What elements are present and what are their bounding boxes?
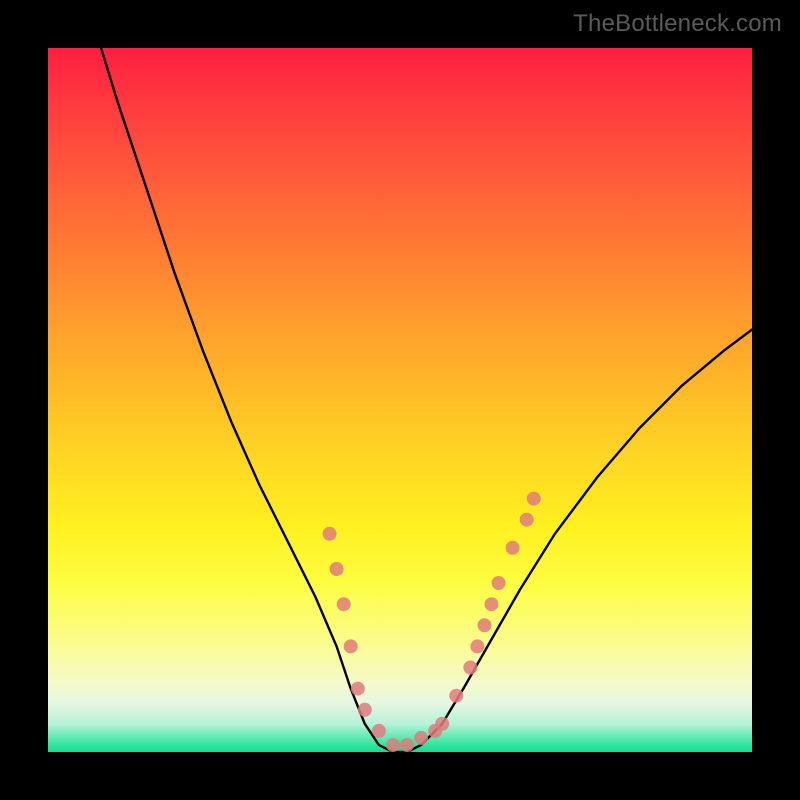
curve-marker: [435, 717, 449, 731]
stage: TheBottleneck.com: [0, 0, 800, 800]
curve-marker: [492, 576, 506, 590]
curve-marker: [485, 597, 499, 611]
curve-marker: [358, 703, 372, 717]
watermark-text: TheBottleneck.com: [573, 10, 782, 38]
curve-marker: [470, 639, 484, 653]
curve-marker: [351, 682, 365, 696]
curve-marker: [520, 513, 534, 527]
curve-marker: [400, 738, 414, 752]
curve-marker: [386, 738, 400, 752]
curve-marker: [330, 562, 344, 576]
curve-marker: [414, 731, 428, 745]
curve-markers: [323, 492, 541, 752]
plot-area: [48, 48, 752, 752]
curve-marker: [344, 639, 358, 653]
curve-marker: [506, 541, 520, 555]
curve-marker: [372, 724, 386, 738]
curve-marker: [478, 618, 492, 632]
curve-marker: [337, 597, 351, 611]
curve-marker: [323, 527, 337, 541]
chart-svg: [48, 48, 752, 752]
curve-marker: [449, 689, 463, 703]
curve-marker: [463, 661, 477, 675]
bottleneck-curve: [90, 48, 752, 752]
curve-marker: [428, 724, 442, 738]
curve-marker: [527, 492, 541, 506]
